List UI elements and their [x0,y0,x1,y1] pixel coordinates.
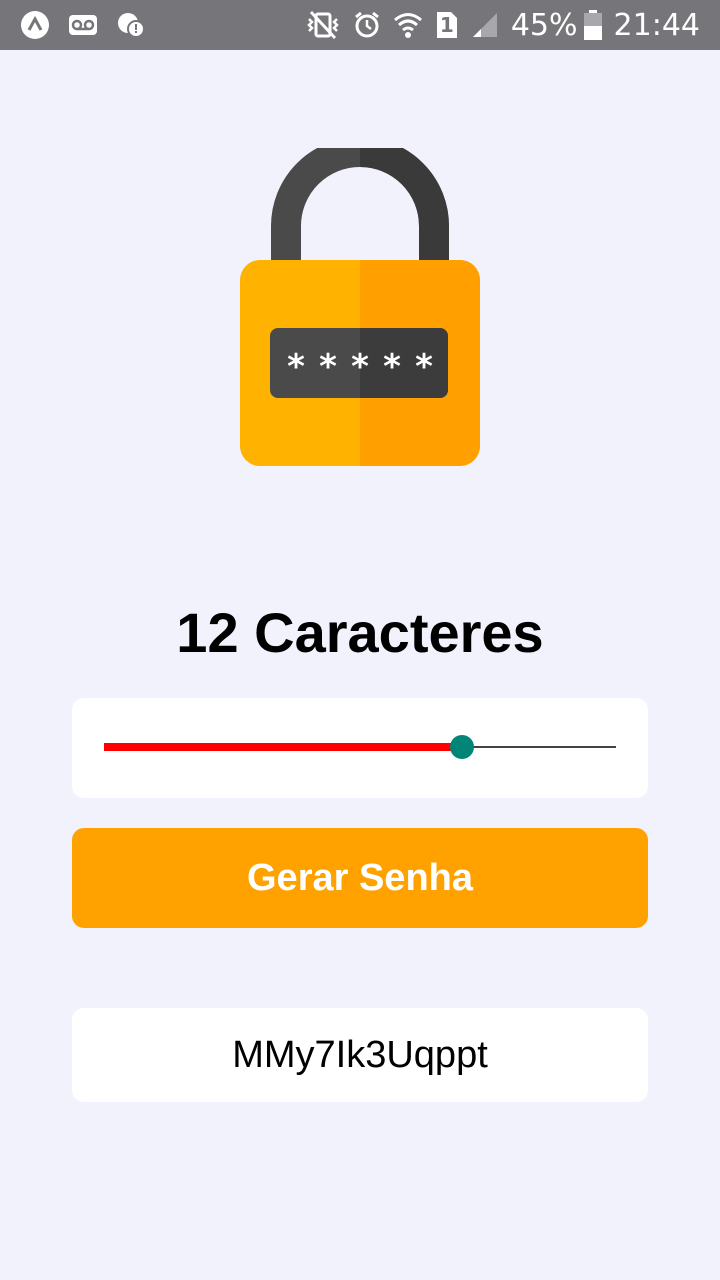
battery-icon [583,10,602,40]
clock-time: 21:44 [613,7,700,43]
sim-1-icon: 1 [435,10,459,40]
chat-notification-icon [116,11,146,39]
battery-percent: 45% [510,7,578,43]
app-screen: 1 45% 21:44 * * * * * 12 Caracteres Gera… [0,0,720,1280]
password-length-title: 12 Caracteres [176,601,544,664]
slider-fill [104,743,463,751]
svg-text:*: * [319,347,337,387]
length-slider-card [72,698,648,798]
vibrate-mute-icon [305,10,341,40]
generated-password-field[interactable]: MMy7Ik3Uqppt [72,1008,648,1102]
voicemail-icon [68,13,98,37]
generate-password-button[interactable]: Gerar Senha [72,828,648,928]
svg-text:*: * [287,347,305,387]
app-launcher-icon [20,10,50,40]
padlock-password-icon: * * * * * [240,137,480,468]
alarm-icon [353,10,381,40]
svg-text:*: * [383,347,401,387]
wifi-icon [393,10,423,40]
status-bar: 1 45% 21:44 [0,0,720,50]
sim-label: 1 [439,13,454,37]
svg-text:*: * [415,347,433,387]
signal-icon [471,11,499,39]
svg-text:*: * [351,347,369,387]
length-slider[interactable] [104,735,616,759]
slider-thumb[interactable] [450,735,475,759]
